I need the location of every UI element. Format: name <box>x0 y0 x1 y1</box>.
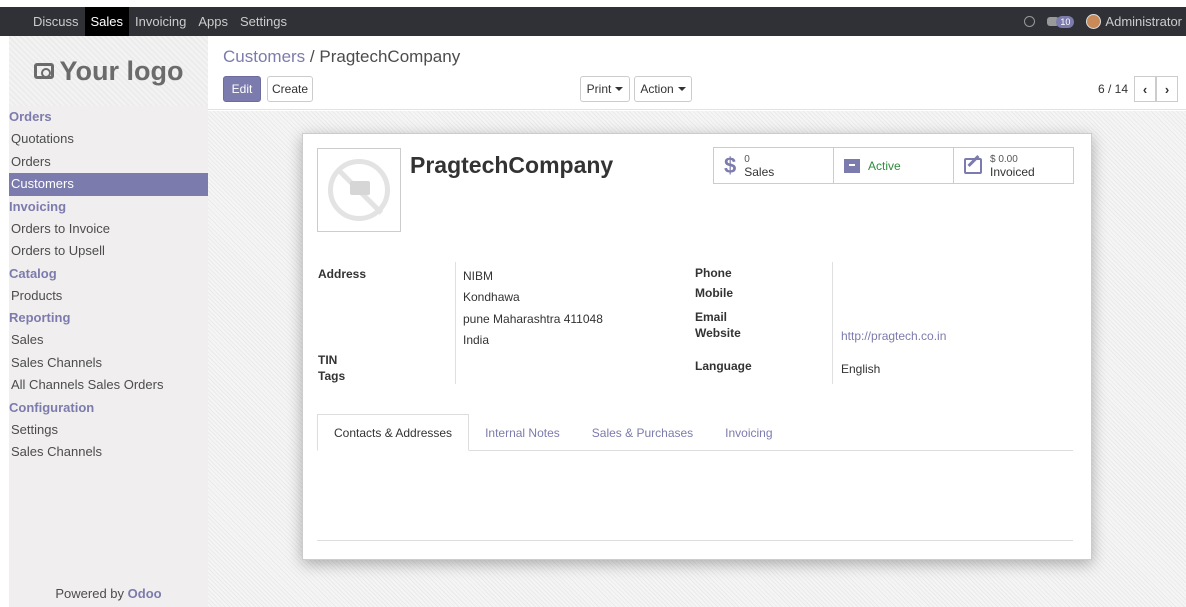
user-menu[interactable]: Administrator <box>1086 14 1182 29</box>
pencil-square-icon <box>964 157 982 174</box>
form-sheet: PragtechCompany $ 0 Sales Active $ 0.00 … <box>302 133 1092 560</box>
tab-content-bottom-border <box>317 540 1073 541</box>
pager-previous-button[interactable]: ‹ <box>1134 76 1156 102</box>
sidebar-item-settings[interactable]: Settings <box>9 419 208 442</box>
menu-discuss[interactable]: Discuss <box>27 7 85 36</box>
address-street[interactable]: NIBM <box>463 269 493 283</box>
sidebar-item-orders-to-upsell[interactable]: Orders to Upsell <box>9 240 208 263</box>
sidebar-item-quotations[interactable]: Quotations <box>9 128 208 151</box>
app-menu: Discuss Sales Invoicing Apps Settings <box>0 7 293 36</box>
sidebar-section-reporting: Reporting <box>9 310 71 325</box>
camera-icon <box>33 63 54 79</box>
sidebar-section-invoicing: Invoicing <box>9 198 67 214</box>
sidebar-section-catalog: Catalog <box>9 265 57 281</box>
menu-sales[interactable]: Sales <box>84 7 130 36</box>
sidebar-section-orders: Orders <box>9 109 52 124</box>
sidebar-item-products[interactable]: Products <box>9 285 208 308</box>
divider <box>832 262 833 384</box>
active-toggle-button[interactable]: Active <box>834 148 954 183</box>
mobile-label: Mobile <box>695 286 733 300</box>
sales-count: 0 <box>744 153 750 165</box>
tab-contacts-addresses[interactable]: Contacts & Addresses <box>317 414 470 451</box>
tin-label: TIN <box>318 353 338 367</box>
user-name: Administrator <box>1105 14 1182 29</box>
chevron-right-icon: › <box>1164 81 1170 97</box>
tab-internal-notes[interactable]: Internal Notes <box>469 414 576 451</box>
sidebar-item-orders[interactable]: Orders <box>9 151 208 174</box>
breadcrumb: Customers / PragtechCompany <box>223 47 460 67</box>
tags-label: Tags <box>318 369 346 383</box>
sales-label: Sales <box>744 164 775 179</box>
main-content: Customers / PragtechCompany Edit Create … <box>208 36 1186 607</box>
sidebar-item-customers[interactable]: Customers <box>9 173 208 196</box>
invoiced-amount: $ 0.00 <box>990 153 1018 165</box>
breadcrumb-customers[interactable]: Customers <box>223 47 305 66</box>
sales-smart-button[interactable]: $ 0 Sales <box>714 148 834 183</box>
company-logo[interactable]: Your logo <box>9 36 208 106</box>
pager: 6 / 14 ‹ › <box>1098 76 1178 102</box>
print-dropdown[interactable]: Print <box>580 76 630 102</box>
divider <box>455 262 456 384</box>
sidebar-item-all-channels-sales-orders[interactable]: All Channels Sales Orders <box>9 374 208 397</box>
menu-settings[interactable]: Settings <box>234 7 293 36</box>
invoiced-smart-button[interactable]: $ 0.00 Invoiced <box>954 148 1073 183</box>
language-value[interactable]: English <box>841 362 880 376</box>
create-button[interactable]: Create <box>267 76 313 102</box>
powered-by: Powered by Odoo <box>55 586 162 601</box>
edit-button[interactable]: Edit <box>223 76 261 102</box>
website-label: Website <box>695 326 741 340</box>
caret-down-icon <box>677 87 686 91</box>
odoo-link[interactable]: Odoo <box>128 586 162 601</box>
smart-buttons: $ 0 Sales Active $ 0.00 Invoiced <box>713 147 1074 184</box>
partner-image[interactable] <box>317 148 401 232</box>
address-city-state-zip[interactable]: pune Maharashtra 411048 <box>463 312 603 326</box>
address-country[interactable]: India <box>463 333 489 347</box>
top-navbar: Discuss Sales Invoicing Apps Settings 10… <box>0 0 1186 36</box>
notebook-tabs: Contacts & Addresses Internal Notes Sale… <box>317 414 1073 451</box>
language-label: Language <box>695 359 752 373</box>
chevron-left-icon: ‹ <box>1142 81 1148 97</box>
breadcrumb-separator: / <box>309 47 315 66</box>
sidebar-item-sales-channels[interactable]: Sales Channels <box>9 352 208 375</box>
archive-icon <box>844 158 860 173</box>
active-label: Active <box>868 158 901 173</box>
sidebar-section-configuration: Configuration <box>9 399 95 415</box>
breadcrumb-current: PragtechCompany <box>319 47 461 66</box>
messaging-icon[interactable]: 10 <box>1047 15 1075 28</box>
caret-down-icon <box>615 87 624 91</box>
form-view: PragtechCompany $ 0 Sales Active $ 0.00 … <box>208 111 1186 607</box>
action-dropdown[interactable]: Action <box>634 76 692 102</box>
phone-label: Phone <box>695 266 732 280</box>
dollar-icon: $ <box>724 152 737 178</box>
menu-apps[interactable]: Apps <box>192 7 234 36</box>
chat-count-badge: 10 <box>1056 15 1075 28</box>
tab-sales-purchases[interactable]: Sales & Purchases <box>576 414 709 451</box>
camera-placeholder-icon <box>350 181 370 195</box>
pager-next-button[interactable]: › <box>1156 76 1178 102</box>
logo-text: Your logo <box>59 55 184 86</box>
sidebar-item-config-sales-channels[interactable]: Sales Channels <box>9 441 208 464</box>
address-label: Address <box>318 267 367 281</box>
email-label: Email <box>695 310 728 324</box>
website-link[interactable]: http://pragtech.co.in <box>841 329 946 343</box>
invoiced-label: Invoiced <box>990 164 1035 179</box>
menu-invoicing[interactable]: Invoicing <box>129 7 192 36</box>
pager-value[interactable]: 6 / 14 <box>1098 82 1128 96</box>
tab-invoicing[interactable]: Invoicing <box>709 414 788 451</box>
control-panel: Customers / PragtechCompany Edit Create … <box>208 36 1186 110</box>
sidebar: Your logo Orders Quotations Orders Custo… <box>9 36 208 607</box>
partner-name: PragtechCompany <box>410 152 614 178</box>
address-street2[interactable]: Kondhawa <box>463 290 520 304</box>
sidebar-item-orders-to-invoice[interactable]: Orders to Invoice <box>9 218 208 241</box>
sidebar-menu: Orders Quotations Orders Customers Invoi… <box>9 106 208 464</box>
activity-clock-icon[interactable] <box>1024 16 1036 27</box>
sidebar-item-sales[interactable]: Sales <box>9 329 208 352</box>
avatar <box>1086 14 1102 29</box>
